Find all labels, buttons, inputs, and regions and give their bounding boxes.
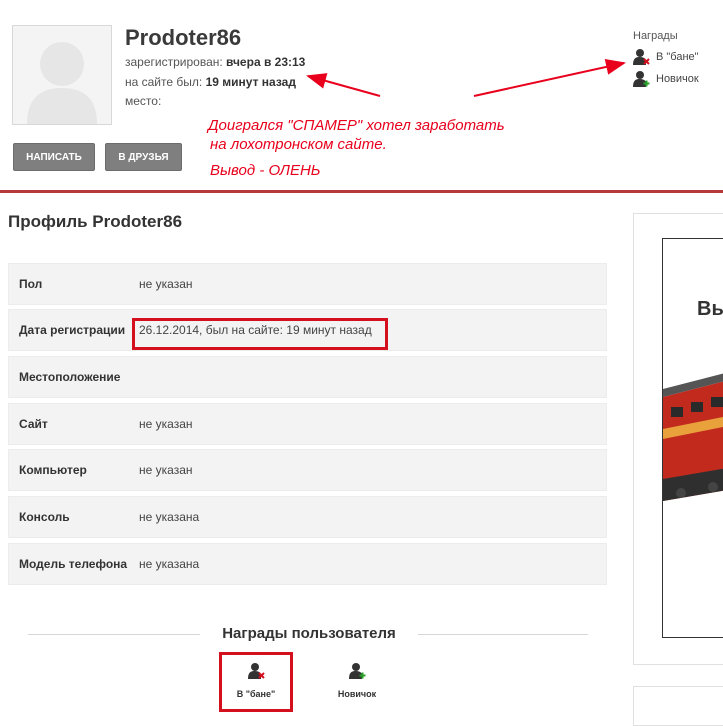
profile-title: Профиль Prodoter86	[8, 212, 183, 231]
profile-row-console: Консоль не указана	[8, 496, 607, 538]
row-value: не указан	[139, 417, 193, 431]
row-label: Пол	[19, 277, 43, 291]
annotation-line-3: Вывод - ОЛЕНЬ	[210, 162, 321, 179]
row-value: не указана	[139, 510, 200, 524]
user-awards-title: Награды пользователя	[222, 625, 396, 642]
annotation-line-1: Доигрался "СПАМЕР" хотел заработать	[208, 117, 505, 134]
header-divider	[0, 190, 723, 193]
user-award-newbie[interactable]: Новичок	[327, 662, 387, 699]
user-award-newbie-label: Новичок	[337, 689, 377, 699]
row-label: Консоль	[19, 510, 70, 524]
awards-line-left	[28, 634, 200, 635]
highlight-ban-award	[219, 652, 293, 712]
row-value: не указана	[139, 557, 200, 571]
row-label: Сайт	[19, 417, 48, 431]
profile-row-gender: Пол не указан	[8, 263, 607, 305]
awards-line-right	[418, 634, 588, 635]
sidebar-banner-text: Вы	[697, 298, 723, 320]
row-label: Компьютер	[19, 463, 87, 477]
row-label: Дата регистрации	[19, 323, 126, 337]
profile-row-phone: Модель телефона не указана	[8, 543, 607, 585]
row-value: не указан	[139, 463, 193, 477]
annotation-line-2: на лохотронском сайте.	[210, 136, 387, 153]
profile-row-computer: Компьютер не указан	[8, 449, 607, 491]
row-label: Местоположение	[19, 370, 121, 384]
sidebar-panel-2	[633, 686, 723, 726]
row-value: не указан	[139, 277, 193, 291]
profile-row-location: Местоположение	[8, 356, 607, 398]
highlight-regdate	[132, 318, 388, 350]
user-add-icon	[348, 663, 365, 679]
annotation-arrows	[306, 59, 626, 97]
profile-row-site: Сайт не указан	[8, 403, 607, 445]
row-label: Модель телефона	[19, 557, 128, 571]
